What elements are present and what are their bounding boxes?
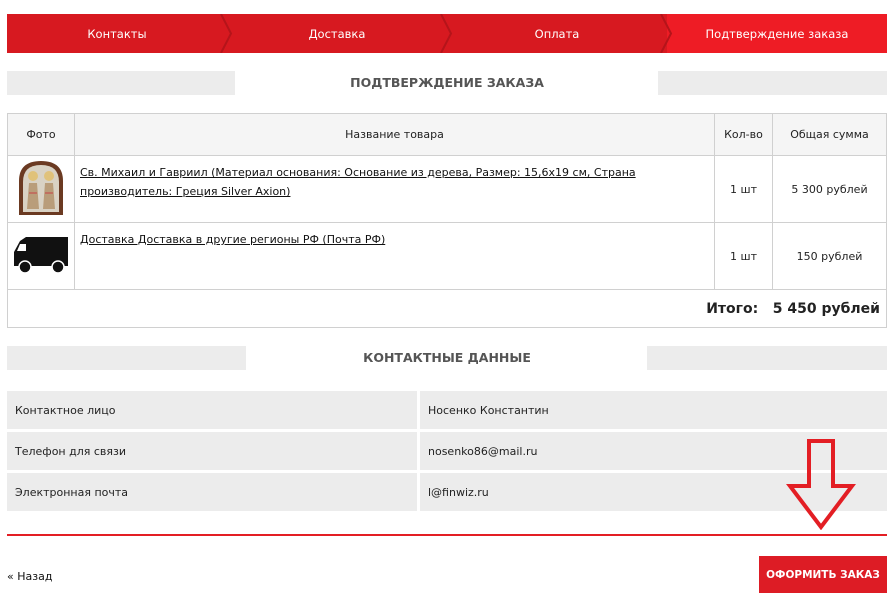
contacts-section-heading: КОНТАКТНЫЕ ДАННЫЕ xyxy=(7,346,887,370)
step-label: Контакты xyxy=(87,26,147,41)
contact-person-label: Контактное лицо xyxy=(7,391,420,429)
item-link[interactable]: Св. Михаил и Гавриил (Материал основания… xyxy=(80,166,636,198)
col-photo: Фото xyxy=(7,113,75,156)
total-value: 5 450 рублей xyxy=(772,300,880,317)
item-link[interactable]: Доставка Доставка в другие регионы РФ (П… xyxy=(80,233,385,246)
checkout-steps: Контакты Доставка Оплата Подтверждение з… xyxy=(7,14,887,53)
back-link[interactable]: « Назад xyxy=(7,570,52,583)
col-sum: Общая сумма xyxy=(772,113,887,156)
contact-person-value: Носенко Константин xyxy=(420,391,887,429)
divider xyxy=(7,534,887,536)
place-order-button[interactable]: ОФОРМИТЬ ЗАКАЗ xyxy=(759,556,887,593)
order-table: Фото Название товара Кол-во Общая сумма … xyxy=(7,113,887,328)
contacts-heading: КОНТАКТНЫЕ ДАННЫЕ xyxy=(363,350,531,365)
phone-label: Телефон для связи xyxy=(7,432,420,470)
step-label: Доставка xyxy=(308,26,366,41)
table-row: Доставка Доставка в другие регионы РФ (П… xyxy=(7,222,887,290)
total-cell: Итого: 5 450 рублей xyxy=(7,289,887,328)
item-sum: 5 300 рублей xyxy=(772,155,887,223)
step-label: Подтверждение заказа xyxy=(705,26,849,41)
order-section-heading: ПОДТВЕРЖДЕНИЕ ЗАКАЗА xyxy=(7,71,887,95)
total-label: Итого: xyxy=(706,300,759,317)
col-qty: Кол-во xyxy=(714,113,773,156)
item-qty: 1 шт xyxy=(714,155,773,223)
item-name-cell: Доставка Доставка в другие регионы РФ (П… xyxy=(74,222,715,290)
item-photo-cell xyxy=(7,222,75,290)
step-separator-icon xyxy=(660,14,673,53)
step-delivery[interactable]: Доставка xyxy=(227,14,453,53)
step-confirmation: Подтверждение заказа xyxy=(667,14,887,53)
table-row: Контактное лицо Носенко Константин xyxy=(7,391,887,429)
contacts-table: Контактное лицо Носенко Константин Телеф… xyxy=(7,388,887,514)
icon-image[interactable] xyxy=(17,159,65,217)
item-sum: 150 рублей xyxy=(772,222,887,290)
table-row: Св. Михаил и Гавриил (Материал основания… xyxy=(7,155,887,223)
table-header-row: Фото Название товара Кол-во Общая сумма xyxy=(7,113,887,156)
step-label: Оплата xyxy=(534,26,580,41)
col-name: Название товара xyxy=(74,113,715,156)
truck-icon[interactable] xyxy=(12,235,70,275)
email-label: Электронная почта xyxy=(7,473,420,511)
table-row: Электронная почта l@finwiz.ru xyxy=(7,473,887,511)
total-row: Итого: 5 450 рублей xyxy=(7,289,887,328)
item-qty: 1 шт xyxy=(714,222,773,290)
order-heading: ПОДТВЕРЖДЕНИЕ ЗАКАЗА xyxy=(350,75,544,90)
step-separator-icon xyxy=(440,14,453,53)
step-payment[interactable]: Оплата xyxy=(447,14,673,53)
step-separator-icon xyxy=(220,14,233,53)
arrow-down-icon xyxy=(786,439,856,530)
item-photo-cell xyxy=(7,155,75,223)
table-row: Телефон для связи nosenko86@mail.ru xyxy=(7,432,887,470)
item-name-cell: Св. Михаил и Гавриил (Материал основания… xyxy=(74,155,715,223)
step-contacts[interactable]: Контакты xyxy=(7,14,233,53)
